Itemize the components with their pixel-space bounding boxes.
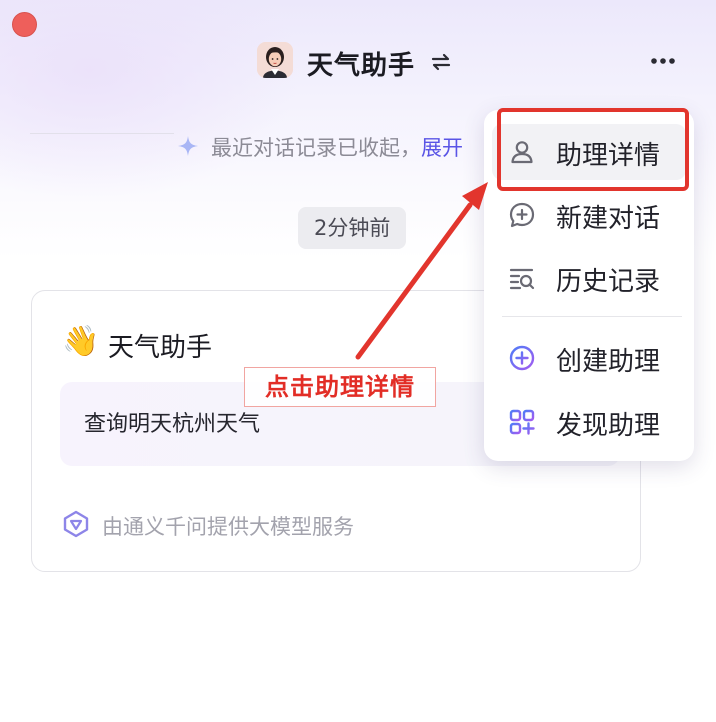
assistant-window: 天气助手 最近对话记录已收起，展开 2分钟前 👋 天气助手 查询明天杭州天气 由…	[0, 0, 716, 722]
annotation-callout: 点击助理详情	[244, 367, 436, 407]
annotation-arrow-icon	[355, 182, 488, 360]
